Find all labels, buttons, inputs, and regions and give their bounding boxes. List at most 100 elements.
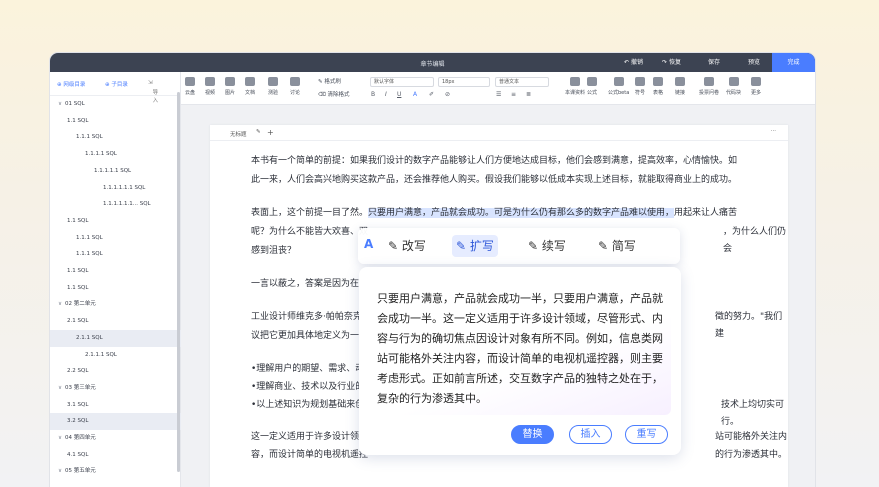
underline-icon[interactable]: U: [397, 91, 401, 98]
toolbar-tool[interactable]: 公式beta: [608, 77, 629, 96]
rewrite-button[interactable]: 重写: [625, 425, 668, 444]
toolbar-tool[interactable]: 云盘: [185, 77, 195, 96]
edit-icon[interactable]: ✎: [256, 129, 261, 135]
outline-item[interactable]: 1.1.1 SQL: [50, 246, 181, 263]
outline-item[interactable]: 2.1.1.1 SQL: [50, 347, 181, 364]
outline-item[interactable]: 1.1.1.1.1.1... SQL: [50, 196, 181, 213]
bold-icon[interactable]: B: [371, 91, 375, 98]
outline-item-label: 02 第二单元: [65, 301, 96, 308]
done-button[interactable]: 完成: [772, 53, 815, 72]
toolbar-tool[interactable]: 更多: [751, 77, 761, 96]
style-select[interactable]: 普通文本: [495, 77, 549, 87]
outline-item[interactable]: 4.1 SQL: [50, 447, 181, 464]
outline-item-label: 1.1.1.1.1 SQL: [94, 167, 132, 174]
tool-label: 公式: [587, 90, 598, 96]
clear-format-button[interactable]: ⌫ 清除格式: [318, 90, 350, 98]
preview-button[interactable]: 预览: [748, 53, 760, 72]
ai-option-expand[interactable]: ✎ 扩写: [452, 235, 498, 257]
outline-item-label: 2.2 SQL: [67, 368, 89, 375]
tool-label: 讨论: [290, 90, 301, 96]
chevron-down-icon[interactable]: ∨: [58, 301, 62, 307]
toolbar-tool[interactable]: 测验: [268, 77, 278, 96]
italic-icon[interactable]: I: [385, 91, 387, 98]
outline-item[interactable]: 3.2 SQL: [50, 413, 181, 431]
list-icon[interactable]: ☰: [496, 91, 501, 98]
toolbar-tool[interactable]: 代码块: [726, 77, 741, 96]
outline-item[interactable]: 2.2 SQL: [50, 363, 181, 380]
tool-icon: [613, 77, 624, 86]
outline-item[interactable]: 2.1.1 SQL: [50, 329, 181, 347]
ai-option-continue[interactable]: ✎ 续写: [524, 235, 570, 257]
save-button[interactable]: 保存: [708, 53, 720, 72]
outline-item[interactable]: 1.1.1.1.1 SQL: [50, 163, 181, 180]
paragraph-2b: 呢？为什么不能皆大欢喜、双: [251, 227, 369, 237]
paragraph-4a-end: 徵的努力。"我们建: [715, 312, 783, 339]
toolbar-tool[interactable]: 公式: [587, 77, 597, 96]
doc-tab[interactable]: 无标题: [230, 130, 247, 138]
add-outline-button[interactable]: ⊕ 网级目录: [57, 80, 85, 88]
toolbar-tool[interactable]: 图片: [225, 77, 235, 96]
ai-logo-icon: A: [364, 237, 374, 251]
tool-label: 代码块: [726, 90, 742, 96]
toolbar-tool[interactable]: 投票问卷: [699, 77, 719, 96]
ai-option-rewrite[interactable]: ✎ 改写: [384, 235, 430, 257]
toolbar-tool[interactable]: 视频: [205, 77, 215, 96]
chevron-down-icon[interactable]: ∨: [58, 435, 62, 441]
link-brush-icon[interactable]: ⊘: [445, 91, 450, 98]
undo-button[interactable]: ↶ 撤销: [624, 53, 643, 72]
toolbar-tool[interactable]: 表格: [653, 77, 663, 96]
tool-icon: [185, 77, 195, 86]
chevron-down-icon[interactable]: ∨: [58, 101, 62, 107]
outline-item[interactable]: 1.1 SQL: [50, 280, 181, 297]
outline-item[interactable]: 3.1 SQL: [50, 397, 181, 414]
toolbar-tool[interactable]: 文档: [245, 77, 255, 96]
toolbar-tool[interactable]: 讨论: [290, 77, 300, 96]
tool-label: 表格: [653, 90, 664, 96]
toolbar-tool[interactable]: 链接: [675, 77, 685, 96]
outline-item[interactable]: 1.1.1.1 SQL: [50, 146, 181, 163]
outline-item-label: 1.1.1 SQL: [76, 234, 103, 241]
font-color-icon[interactable]: A: [413, 91, 417, 98]
sidebar-scrollbar[interactable]: [177, 92, 180, 472]
tool-icon: [570, 77, 580, 86]
align-icon[interactable]: ≣: [526, 91, 531, 98]
bullet-3-end: 技术上均切实可行。: [721, 400, 785, 427]
outline-item[interactable]: 1.1.1 SQL: [50, 129, 181, 146]
outline-item[interactable]: 2.1 SQL: [50, 313, 181, 330]
import-button[interactable]: ⇲ 导入: [148, 80, 158, 104]
outline-item[interactable]: ∨ 04 第四单元: [50, 430, 181, 447]
ai-option-shorten[interactable]: ✎ 简写: [594, 235, 640, 257]
outline-item-label: 2.1.1 SQL: [76, 334, 103, 341]
paragraph-8b: 容，而设计简单的电视机遥控: [251, 450, 369, 460]
font-select[interactable]: 默认字体: [370, 77, 434, 87]
tool-icon: [587, 77, 597, 86]
ordered-list-icon[interactable]: ≡: [511, 91, 516, 98]
chevron-down-icon[interactable]: ∨: [58, 385, 62, 391]
outline-item[interactable]: ∨ 01 SQL: [50, 96, 181, 113]
outline-item[interactable]: 1.1 SQL: [50, 213, 181, 230]
chevron-down-icon[interactable]: ∨: [58, 468, 62, 474]
outline-item-label: 2.1 SQL: [67, 318, 89, 325]
toolbar-tool[interactable]: 符号: [635, 77, 645, 96]
format-brush-button[interactable]: ✎ 格式刷: [318, 77, 341, 85]
outline-item[interactable]: ∨ 03 第三单元: [50, 380, 181, 397]
redo-button[interactable]: ↷ 恢复: [662, 53, 681, 72]
add-sub-button[interactable]: ⊕ 子目录: [105, 80, 128, 88]
add-tab-icon[interactable]: +: [267, 128, 274, 137]
outline-item-label: 1.1.1 SQL: [76, 251, 103, 258]
insert-button[interactable]: 插入: [569, 425, 612, 444]
outline-item[interactable]: 1.1.1 SQL: [50, 230, 181, 247]
tool-icon: [245, 77, 255, 86]
tool-icon: [268, 77, 278, 86]
tool-icon: [728, 77, 739, 86]
replace-button[interactable]: 替换: [511, 425, 554, 444]
outline-item[interactable]: ∨ 02 第二单元: [50, 296, 181, 313]
outline-item[interactable]: 1.1 SQL: [50, 263, 181, 280]
highlight-icon[interactable]: ✐: [429, 91, 434, 98]
outline-item[interactable]: 1.1 SQL: [50, 113, 181, 130]
more-icon[interactable]: ···: [771, 128, 776, 134]
toolbar-tool[interactable]: 本课资料: [565, 77, 585, 96]
outline-item[interactable]: 1.1.1.1.1.1 SQL: [50, 180, 181, 197]
size-select[interactable]: 18px: [438, 77, 490, 87]
outline-item[interactable]: ∨ 05 第五单元: [50, 463, 181, 480]
